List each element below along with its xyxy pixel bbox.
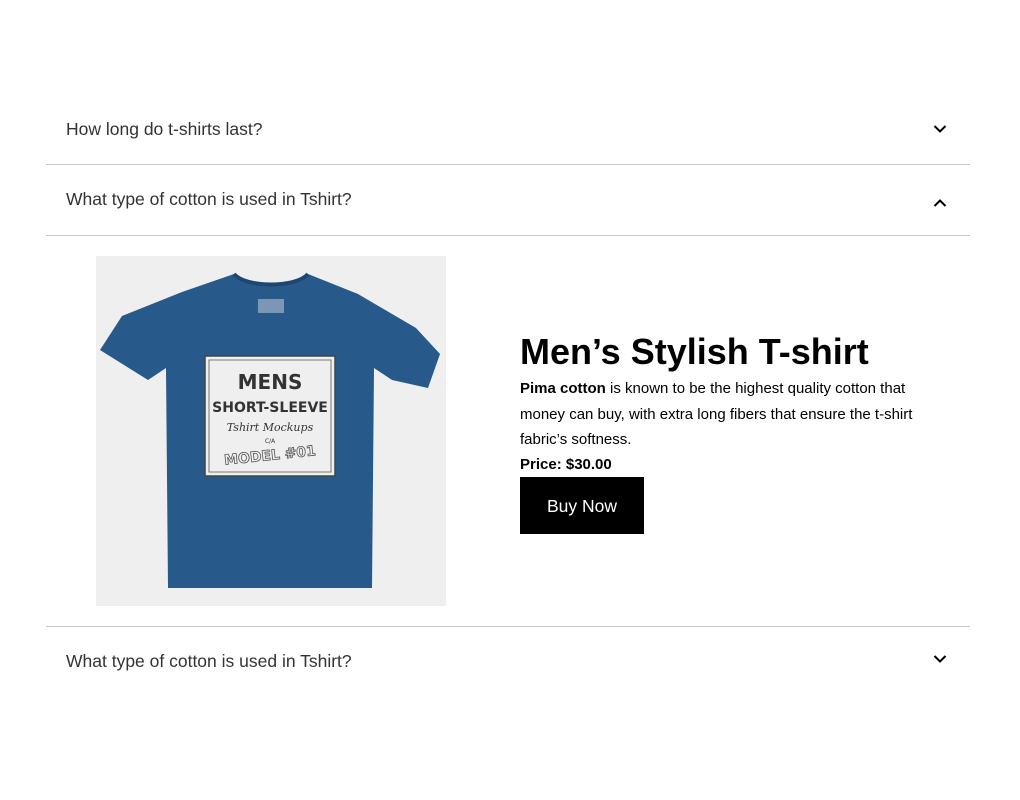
- product-info: Men’s Stylish T-shirt Pima cotton is kno…: [520, 330, 950, 534]
- neck-label: [258, 299, 284, 313]
- faq-question: How long do t-shirts last?: [66, 119, 263, 139]
- graphic-text-ca: C/A: [265, 438, 276, 445]
- graphic-text-short-sleeve: SHORT-SLEEVE: [212, 400, 328, 416]
- faq-item: What type of cotton is used in Tshirt?: [46, 165, 970, 236]
- faq-question: What type of cotton is used in Tshirt?: [66, 651, 352, 671]
- chevron-down-icon[interactable]: [932, 121, 948, 137]
- graphic-text-mockups: Tshirt Mockups: [227, 421, 314, 434]
- description-bold: Pima cotton: [520, 380, 606, 397]
- faq-item: What type of cotton is used in Tshirt?: [46, 626, 970, 696]
- faq-header-3[interactable]: What type of cotton is used in Tshirt?: [46, 627, 970, 696]
- product-title: Men’s Stylish T-shirt: [520, 331, 869, 372]
- graphic-text-mens: MENS: [238, 370, 303, 394]
- chevron-up-icon[interactable]: [932, 195, 948, 211]
- faq-answer-panel: MENS SHORT-SLEEVE Tshirt Mockups C/A MOD…: [46, 236, 970, 626]
- product-description: Pima cotton is known to be the highest q…: [520, 376, 950, 453]
- faq-accordion: How long do t-shirts last? What type of …: [46, 95, 970, 696]
- faq-header-1[interactable]: How long do t-shirts last?: [46, 95, 970, 164]
- buy-now-button[interactable]: Buy Now: [520, 476, 644, 534]
- chevron-down-icon[interactable]: [932, 651, 948, 667]
- faq-header-2[interactable]: What type of cotton is used in Tshirt?: [46, 165, 970, 235]
- faq-question: What type of cotton is used in Tshirt?: [66, 189, 352, 209]
- product-image: MENS SHORT-SLEEVE Tshirt Mockups C/A MOD…: [96, 256, 446, 606]
- faq-item: How long do t-shirts last?: [46, 95, 970, 165]
- product-price: Price: $30.00: [520, 455, 612, 473]
